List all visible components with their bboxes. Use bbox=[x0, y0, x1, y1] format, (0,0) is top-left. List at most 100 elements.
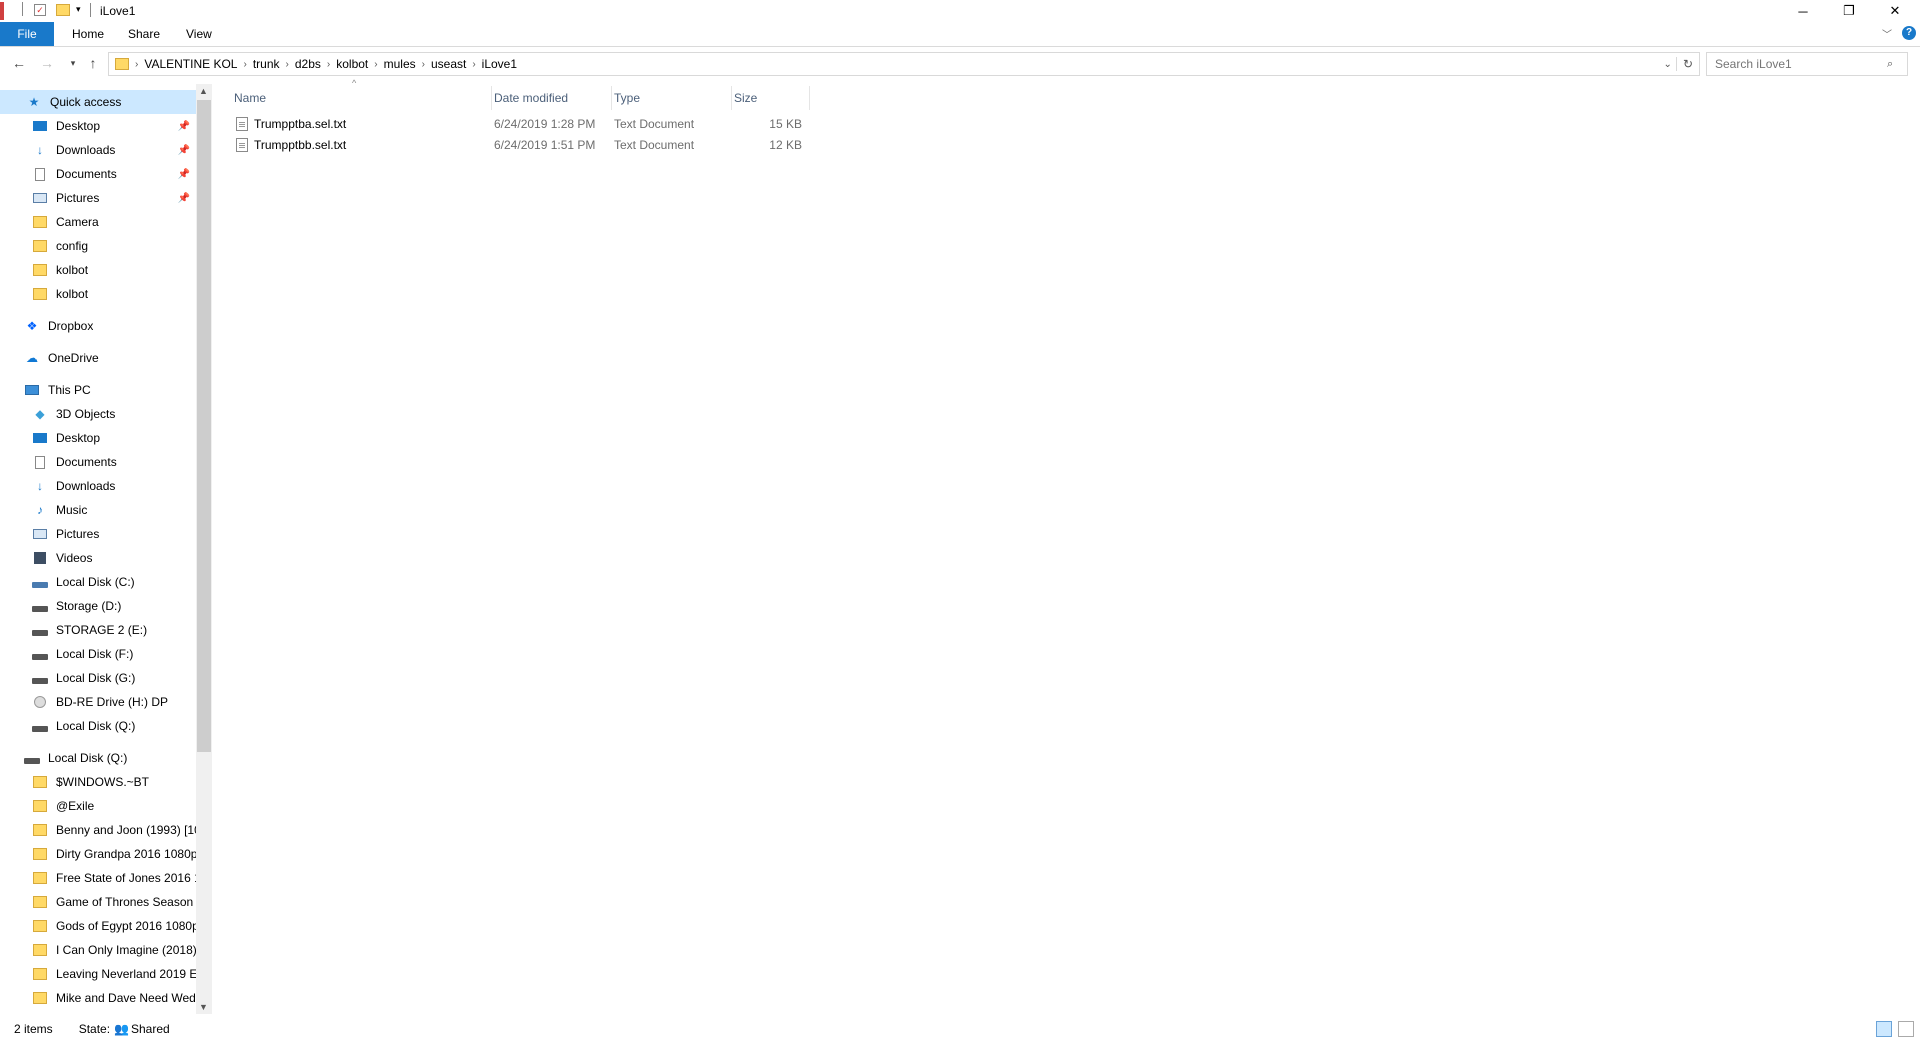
large-icons-view-icon[interactable] bbox=[1898, 1021, 1914, 1037]
disc-icon bbox=[32, 695, 48, 709]
nav-item-3d-objects[interactable]: ◆ 3D Objects bbox=[0, 402, 196, 426]
nav-item-desktop[interactable]: Desktop 📌 bbox=[0, 114, 196, 138]
nav-label: Desktop bbox=[56, 119, 101, 133]
nav-item-downloads[interactable]: ↓ Downloads 📌 bbox=[0, 138, 196, 162]
nav-dropbox[interactable]: ❖ Dropbox bbox=[0, 314, 196, 338]
nav-item-camera[interactable]: Camera bbox=[0, 210, 196, 234]
crumb-kolbot[interactable]: kolbot bbox=[330, 57, 374, 71]
nav-item-kolbot[interactable]: kolbot bbox=[0, 258, 196, 282]
address-dropdown-icon[interactable]: ⌄ bbox=[1660, 59, 1676, 70]
nav-item-music[interactable]: ♪ Music bbox=[0, 498, 196, 522]
nav-item-downloads-pc[interactable]: ↓ Downloads bbox=[0, 474, 196, 498]
nav-item-local-disk-c[interactable]: Local Disk (C:) bbox=[0, 570, 196, 594]
nav-item-local-disk-g[interactable]: Local Disk (G:) bbox=[0, 666, 196, 690]
pin-icon: 📌 bbox=[177, 144, 190, 156]
properties-icon[interactable]: ✓ bbox=[34, 4, 46, 16]
nav-label: Quick access bbox=[50, 95, 122, 109]
nav-item-free-state-of-jones[interactable]: Free State of Jones 2016 108 bbox=[0, 866, 196, 890]
column-header-size[interactable]: Size bbox=[732, 86, 810, 110]
pictures-icon bbox=[32, 191, 48, 205]
new-folder-icon[interactable] bbox=[56, 4, 70, 16]
nav-item-documents[interactable]: Documents 📌 bbox=[0, 162, 196, 186]
title-bar: ✓ ▾ iLove1 ─ ❐ ✕ bbox=[0, 0, 1920, 22]
nav-scrollbar-thumb[interactable] bbox=[197, 100, 211, 752]
nav-item-exile[interactable]: @Exile bbox=[0, 794, 196, 818]
nav-item-local-disk-q[interactable]: Local Disk (Q:) bbox=[0, 714, 196, 738]
nav-item-benny-and-joon[interactable]: Benny and Joon (1993) [108 bbox=[0, 818, 196, 842]
folder-icon bbox=[32, 799, 48, 813]
nav-label: Music bbox=[56, 503, 88, 517]
nav-item-pictures[interactable]: Pictures 📌 bbox=[0, 186, 196, 210]
tab-share[interactable]: Share bbox=[116, 25, 172, 43]
nav-label: @Exile bbox=[56, 799, 95, 813]
minimize-button[interactable]: ─ bbox=[1780, 0, 1826, 22]
crumb-d2bs[interactable]: d2bs bbox=[289, 57, 327, 71]
crumb-ilove1[interactable]: iLove1 bbox=[476, 57, 523, 71]
crumb-mules[interactable]: mules bbox=[378, 57, 422, 71]
file-row[interactable]: Trumpptbb.sel.txt 6/24/2019 1:51 PM Text… bbox=[232, 135, 810, 155]
crumb-useast[interactable]: useast bbox=[425, 57, 472, 71]
qat-dropdown-icon[interactable]: ▾ bbox=[76, 4, 81, 15]
dropbox-icon: ❖ bbox=[26, 319, 38, 333]
tab-view[interactable]: View bbox=[174, 25, 224, 43]
nav-label: BD-RE Drive (H:) DP bbox=[56, 695, 169, 709]
nav-local-disk-q-root[interactable]: Local Disk (Q:) bbox=[0, 746, 196, 770]
drive-icon bbox=[32, 623, 48, 637]
refresh-icon[interactable]: ↻ bbox=[1675, 57, 1699, 71]
tab-file[interactable]: File bbox=[0, 22, 54, 46]
nav-item-leaving-neverland[interactable]: Leaving Neverland 2019 E0 bbox=[0, 962, 196, 986]
restore-button[interactable]: ❐ bbox=[1826, 0, 1872, 22]
nav-item-gods-of-egypt[interactable]: Gods of Egypt 2016 1080p V bbox=[0, 914, 196, 938]
search-box[interactable]: ⌕ bbox=[1706, 52, 1908, 76]
nav-label: Gods of Egypt 2016 1080p V bbox=[56, 919, 196, 933]
nav-item-game-of-thrones[interactable]: Game of Thrones Season 2 bbox=[0, 890, 196, 914]
crumb-trunk[interactable]: trunk bbox=[247, 57, 286, 71]
nav-item-storage-2-e[interactable]: STORAGE 2 (E:) bbox=[0, 618, 196, 642]
nav-item-mike-and-dave[interactable]: Mike and Dave Need Wedd bbox=[0, 986, 196, 1010]
nav-item-storage-d[interactable]: Storage (D:) bbox=[0, 594, 196, 618]
forward-icon[interactable]: → bbox=[36, 48, 58, 78]
nav-item-local-disk-f[interactable]: Local Disk (F:) bbox=[0, 642, 196, 666]
download-arrow-icon: ↓ bbox=[37, 479, 43, 493]
nav-quick-access[interactable]: ★ Quick access bbox=[0, 90, 196, 114]
help-icon[interactable]: ? bbox=[1902, 26, 1916, 40]
column-header-name[interactable]: Name bbox=[232, 86, 492, 110]
nav-item-config[interactable]: config bbox=[0, 234, 196, 258]
search-input[interactable] bbox=[1713, 56, 1887, 72]
nav-item-documents-pc[interactable]: Documents bbox=[0, 450, 196, 474]
app-icon bbox=[0, 2, 4, 20]
file-row[interactable]: Trumpptba.sel.txt 6/24/2019 1:28 PM Text… bbox=[232, 114, 810, 134]
nav-onedrive[interactable]: ☁ OneDrive bbox=[0, 346, 196, 370]
nav-item-bd-re-drive-h[interactable]: BD-RE Drive (H:) DP bbox=[0, 690, 196, 714]
crumb-valentine-kol[interactable]: VALENTINE KOL bbox=[138, 57, 243, 71]
nav-item-videos[interactable]: Videos bbox=[0, 546, 196, 570]
search-icon[interactable]: ⌕ bbox=[1887, 58, 1893, 71]
tab-home[interactable]: Home bbox=[60, 25, 116, 43]
item-count: 2 items bbox=[14, 1022, 53, 1036]
column-header-date-modified[interactable]: Date modified bbox=[492, 86, 612, 110]
nav-item-pictures-pc[interactable]: Pictures bbox=[0, 522, 196, 546]
file-type: Text Document bbox=[614, 138, 695, 152]
nav-item-kolbot-2[interactable]: kolbot bbox=[0, 282, 196, 306]
desktop-icon bbox=[32, 119, 48, 133]
back-icon[interactable]: ← bbox=[8, 48, 30, 78]
nav-label: Pictures bbox=[56, 191, 100, 205]
address-bar[interactable]: › VALENTINE KOL › trunk › d2bs › kolbot … bbox=[108, 52, 1700, 76]
folder-icon bbox=[32, 287, 48, 301]
close-button[interactable]: ✕ bbox=[1872, 0, 1918, 22]
details-view-icon[interactable] bbox=[1876, 1021, 1892, 1037]
recent-locations-icon[interactable]: ▾ bbox=[62, 48, 84, 78]
nav-label: Leaving Neverland 2019 E0 bbox=[56, 967, 196, 981]
folder-icon bbox=[32, 895, 48, 909]
nav-item-desktop-pc[interactable]: Desktop bbox=[0, 426, 196, 450]
nav-this-pc[interactable]: This PC bbox=[0, 378, 196, 402]
nav-item-dirty-grandpa[interactable]: Dirty Grandpa 2016 1080p B bbox=[0, 842, 196, 866]
scroll-down-icon[interactable]: ▼ bbox=[199, 1002, 208, 1012]
nav-label: Local Disk (C:) bbox=[56, 575, 135, 589]
up-icon[interactable]: ↑ bbox=[82, 48, 104, 78]
nav-item-i-can-only-imagine[interactable]: I Can Only Imagine (2018) [ bbox=[0, 938, 196, 962]
column-header-type[interactable]: Type bbox=[612, 86, 732, 110]
scroll-up-icon[interactable]: ▲ bbox=[199, 86, 208, 96]
ribbon-expand-icon[interactable]: ﹀ bbox=[1882, 26, 1892, 41]
nav-item-windows-bt[interactable]: $WINDOWS.~BT bbox=[0, 770, 196, 794]
